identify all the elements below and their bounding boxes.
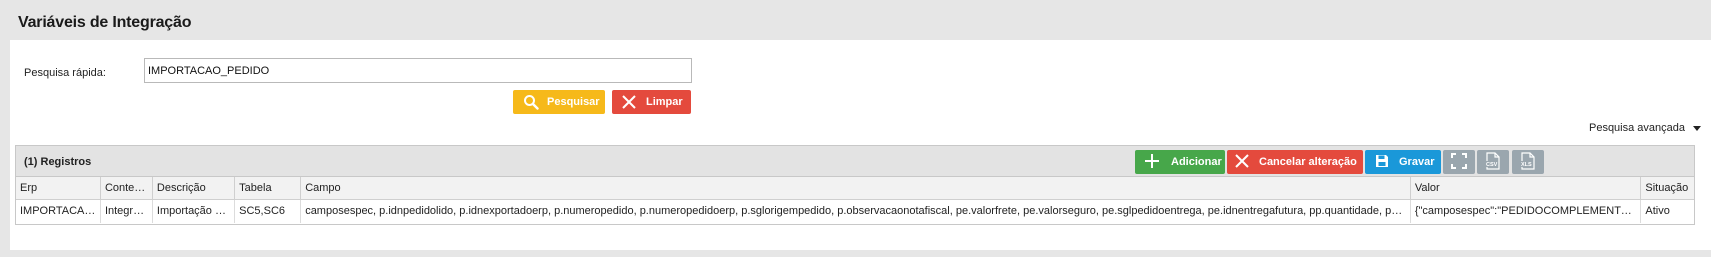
floppy-disk-icon — [1375, 154, 1389, 171]
cell-erp[interactable]: IMPORTACAO_PEDIDO — [16, 199, 101, 223]
table-row[interactable]: IMPORTACAO_PEDIDO Integração Importação … — [16, 199, 1694, 223]
add-button-label: Adicionar — [1171, 156, 1222, 168]
save-button[interactable]: Gravar — [1365, 150, 1441, 174]
advanced-search-label: Pesquisa avançada — [1588, 122, 1685, 134]
close-icon — [622, 95, 636, 109]
save-button-label: Gravar — [1399, 156, 1435, 168]
clear-button[interactable]: Limpar — [612, 90, 691, 114]
caret-down-icon — [1693, 125, 1701, 131]
close-icon — [1235, 153, 1249, 171]
export-xls-button[interactable]: XLS — [1512, 150, 1544, 174]
search-icon — [523, 94, 539, 110]
column-header-campo[interactable]: Campo — [300, 177, 1411, 200]
svg-text:CSV: CSV — [1486, 162, 1498, 168]
quick-search-input[interactable] — [144, 58, 692, 83]
cancel-change-label: Cancelar alteração — [1259, 156, 1357, 168]
plus-icon — [1145, 153, 1159, 171]
add-button[interactable]: Adicionar — [1135, 150, 1225, 174]
column-header-contexto[interactable]: Contexto — [100, 177, 153, 200]
expand-button[interactable] — [1443, 150, 1475, 174]
record-count: (1) Registros — [24, 156, 92, 168]
column-header-situacao[interactable]: Situação — [1640, 177, 1694, 200]
cell-campo[interactable]: camposespec, p.idnpedidolido, p.idnexpor… — [300, 199, 1411, 223]
cell-contexto[interactable]: Integração — [100, 199, 153, 223]
search-button[interactable]: Pesquisar — [513, 90, 605, 114]
export-csv-button[interactable]: CSV — [1477, 150, 1509, 174]
csv-file-icon: CSV — [1485, 151, 1501, 173]
clear-button-label: Limpar — [646, 96, 683, 108]
expand-icon — [1451, 152, 1467, 172]
xls-file-icon: XLS — [1520, 151, 1536, 173]
records-grid: (1) Registros Adicionar Cancelar alteraç… — [15, 145, 1695, 225]
quick-search-label: Pesquisa rápida: — [24, 67, 106, 79]
svg-text:XLS: XLS — [1521, 162, 1532, 168]
column-header-erp[interactable]: Erp — [16, 177, 101, 200]
column-header-tabela[interactable]: Tabela — [234, 177, 302, 200]
column-header-descricao[interactable]: Descrição — [152, 177, 236, 200]
records-table: Erp Contexto Descrição Tabela Campo Valo… — [16, 177, 1694, 223]
search-button-label: Pesquisar — [547, 96, 600, 108]
cell-tabela[interactable]: SC5,SC6 — [234, 199, 302, 223]
column-header-valor[interactable]: Valor — [1410, 177, 1642, 200]
cell-situacao[interactable]: Ativo — [1641, 199, 1694, 223]
cancel-change-button[interactable]: Cancelar alteração — [1227, 150, 1363, 174]
page-title: Variáveis de Integração — [18, 14, 192, 31]
grid-toolbar: (1) Registros Adicionar Cancelar alteraç… — [16, 146, 1694, 177]
cell-descricao[interactable]: Importação de pedido — [152, 199, 236, 223]
table-header-row: Erp Contexto Descrição Tabela Campo Valo… — [16, 177, 1694, 200]
advanced-search-toggle[interactable]: Pesquisa avançada — [1589, 122, 1701, 134]
cell-valor[interactable]: {"camposespec":"PEDIDOCOMPLEMENTOCAMPOS"… — [1410, 199, 1642, 223]
main-panel: Pesquisa rápida: Pesquisar Limpar Pesqui… — [10, 40, 1711, 250]
